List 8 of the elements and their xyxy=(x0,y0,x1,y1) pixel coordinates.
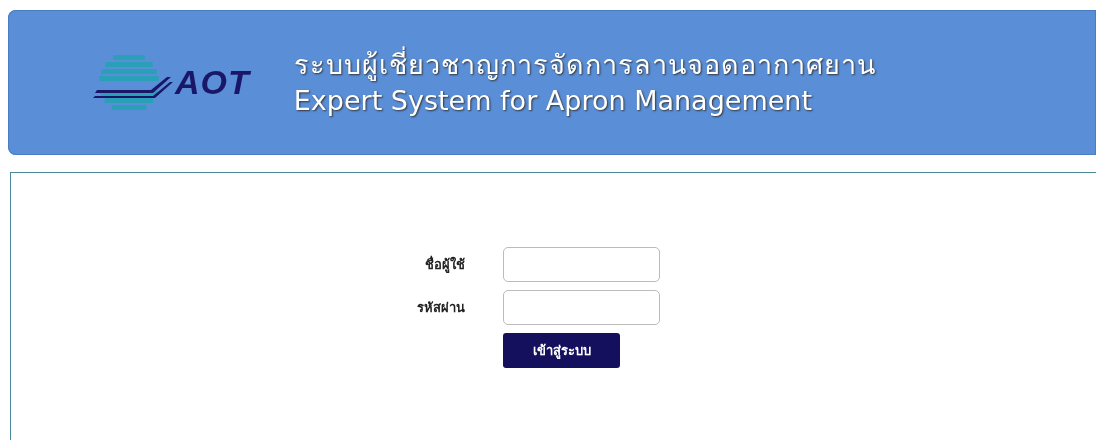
field-label: รหัสผ่าน xyxy=(417,299,465,317)
input-field[interactable] xyxy=(503,290,660,325)
logo-text: AOT xyxy=(175,63,250,102)
login-button[interactable]: เข้าสู่ระบบ xyxy=(503,333,620,368)
system-title-thai: ระบบผู้เชี่ยวชาญการจัดการลานจอดอากาศยาน xyxy=(293,46,876,83)
field-label: ชื่อผู้ใช้ xyxy=(424,254,465,275)
input-field[interactable] xyxy=(503,247,660,282)
system-title-english: Expert System for Apron Management xyxy=(293,83,813,118)
